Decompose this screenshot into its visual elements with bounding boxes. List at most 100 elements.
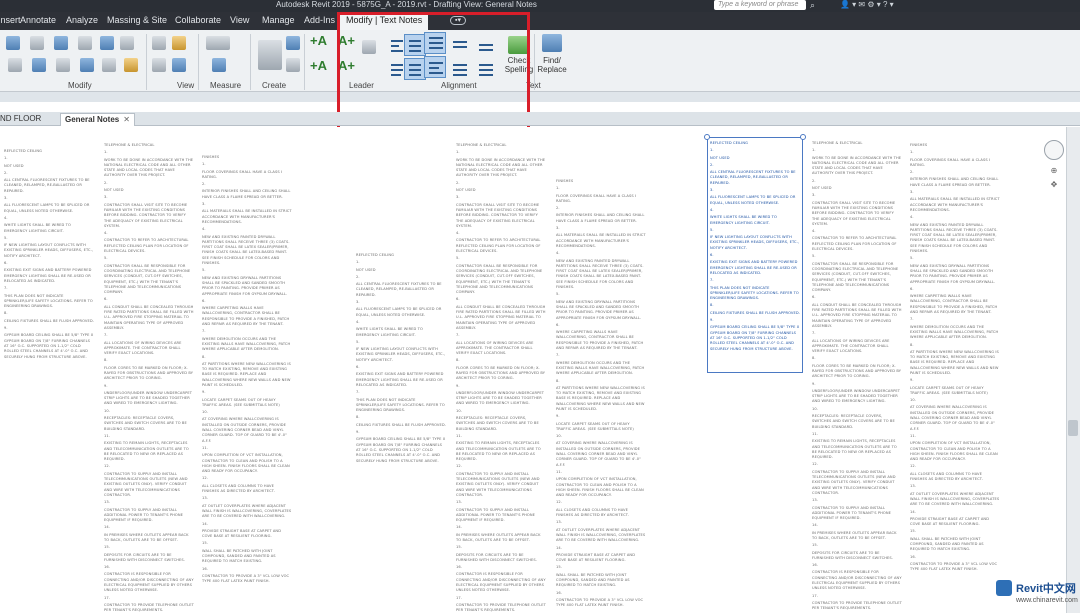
note-column[interactable]: TELEPHONE & ELECTRICAL 1. WORK TO BE DONE … bbox=[812, 141, 902, 613]
note-column[interactable]: FINISHES 1. FLOOR COVERINGS SHALL HAVE A C… bbox=[556, 179, 646, 610]
offset-icon[interactable] bbox=[30, 36, 44, 50]
drawing-area[interactable]: REFLECTED CEILING 1. NOT USED 2. ALL CENTRAL… bbox=[0, 127, 1066, 613]
note-line: CONTRACTOR SHALL VISIT SITE TO BECOME FA… bbox=[456, 202, 540, 228]
note-line: WALL SHALL BE PATCHED WITH JOINT COMPOUN… bbox=[202, 548, 276, 564]
tab-collaborate[interactable]: Collaborate bbox=[175, 15, 221, 25]
note-column[interactable]: REFLECTED CEILING 1. NOT USED 2. ALL CENTRAL… bbox=[356, 253, 446, 466]
note-line: ALL LOCATIONS OF WIRING DEVICES ARE APPR… bbox=[456, 340, 534, 356]
note-line: RECEPTACLES: RECEPTACLE COVERS, SWITCHES… bbox=[456, 416, 539, 431]
panel-label-measure: Measure bbox=[210, 81, 242, 90]
note-line: CONTRACTOR IS RESPONSIBLE FOR CONNECTING… bbox=[104, 572, 194, 593]
note-line: CONTRACTOR SHALL BE RESPONSIBLE FOR COOR… bbox=[456, 263, 543, 295]
titlebar-icons[interactable]: 👤 ▾ ✉ ⚙ ▾ ? ▾ bbox=[840, 0, 894, 10]
find-replace-icon[interactable] bbox=[542, 34, 562, 52]
note-line: WORK TO BE DONE IN ACCORDANCE WITH THE N… bbox=[812, 155, 902, 176]
note-line: 2. bbox=[202, 182, 206, 187]
note-column[interactable]: TELEPHONE & ELECTRICAL 1. WORK TO BE DONE … bbox=[104, 143, 194, 613]
note-line: 3. bbox=[456, 195, 460, 200]
note-line: AT COVERING WHERE WALLCOVERING IS INSTAL… bbox=[556, 441, 641, 467]
ribbon-tab-bar: Insert Annotate Analyze Massing & Site C… bbox=[0, 12, 1080, 30]
dimension-icon[interactable] bbox=[212, 58, 226, 72]
note-line: ALL FLUORESCENT LAMPS TO BE SPLICED OR E… bbox=[356, 307, 442, 317]
note-line: 12. bbox=[104, 464, 111, 469]
note-line: TELEPHONE & ELECTRICAL bbox=[456, 143, 507, 147]
note-line: 15. bbox=[202, 541, 209, 546]
create-group-icon[interactable] bbox=[286, 36, 300, 50]
hide-in-view-icon[interactable] bbox=[172, 36, 186, 50]
create-similar-icon[interactable] bbox=[258, 40, 282, 70]
note-line: UNDERFLOOR/UNDER WINDOW UNDERCARPET STRI… bbox=[104, 390, 193, 406]
trim-icon[interactable] bbox=[120, 36, 134, 50]
vertical-scrollbar[interactable] bbox=[1066, 127, 1080, 613]
note-line: PROVIDE STRAIGHT BASE AT CARPET AND COVE… bbox=[910, 516, 990, 527]
mirror-draw-icon[interactable] bbox=[78, 36, 92, 50]
split-icon[interactable] bbox=[100, 36, 114, 50]
view-tab-floor[interactable]: ND FLOOR bbox=[0, 113, 45, 126]
note-column[interactable]: FINISHES 1. FLOOR COVERINGS SHALL HAVE A C… bbox=[910, 143, 1000, 574]
note-line: INTERIOR FINISHES SHALL AND CEILING SHAL… bbox=[910, 177, 999, 187]
move-icon[interactable] bbox=[8, 58, 22, 72]
note-column[interactable]: REFLECTED CEILING 1. NOT USED 2. ALL CENTRAL… bbox=[4, 149, 94, 362]
scale-icon[interactable] bbox=[102, 58, 116, 72]
find-replace-button[interactable]: Find/ Replace bbox=[536, 56, 568, 74]
note-line: 5. bbox=[356, 339, 360, 344]
array-icon[interactable] bbox=[80, 58, 94, 72]
tab-insert[interactable]: Insert bbox=[0, 15, 21, 25]
note-line: 17. bbox=[456, 595, 463, 600]
note-line: CONTRACTOR TO SUPPLY AND INSTALL TELECOM… bbox=[812, 469, 896, 495]
note-line: 8. bbox=[910, 342, 914, 347]
panel-divider bbox=[250, 34, 251, 90]
note-line: 11. bbox=[202, 445, 209, 450]
tab-massing-site[interactable]: Massing & Site bbox=[107, 15, 167, 25]
note-line: AT OUTLET COVERPLATES WHERE ADJACENT WAL… bbox=[556, 527, 646, 543]
note-line: WORK TO BE DONE IN ACCORDANCE WITH THE N… bbox=[456, 157, 546, 178]
note-line: 9. bbox=[456, 383, 460, 388]
text-note-selection-box[interactable] bbox=[707, 137, 803, 373]
add-left-arc-leader-icon[interactable]: +A bbox=[310, 58, 327, 73]
binoculars-icon[interactable]: ⌕ bbox=[810, 0, 815, 10]
note-line: 14. bbox=[812, 523, 819, 528]
note-line: 5. bbox=[104, 256, 108, 261]
note-line: FLOOR CORES TO BE MARKED ON FLOOR; X-RAY… bbox=[104, 365, 193, 381]
note-line: 11. bbox=[104, 433, 111, 438]
note-line: DEPOSITS FOR CIRCUITS ARE TO BE FURNISHE… bbox=[456, 552, 537, 562]
scrollbar-thumb[interactable] bbox=[1068, 420, 1078, 436]
copy-icon[interactable] bbox=[32, 58, 46, 72]
navigation-wheel-icon[interactable] bbox=[1044, 140, 1064, 160]
measure-icon[interactable] bbox=[206, 36, 230, 50]
note-line: 9. bbox=[4, 326, 8, 331]
temporary-hide-icon[interactable] bbox=[152, 58, 166, 72]
pan-icon[interactable]: ✥ bbox=[1048, 180, 1060, 190]
pin-icon[interactable] bbox=[124, 58, 138, 72]
tab-annotate[interactable]: Annotate bbox=[20, 15, 56, 25]
note-line: ALL LOCATIONS OF WIRING DEVICES ARE APPR… bbox=[104, 340, 182, 356]
note-line: REFLECTED CEILING bbox=[356, 253, 395, 257]
selection-handle[interactable] bbox=[800, 134, 806, 140]
zoom-icon[interactable]: ⊕ bbox=[1048, 166, 1060, 176]
note-line: 9. bbox=[556, 414, 560, 419]
create-assembly-icon[interactable] bbox=[286, 58, 300, 72]
view-tab-general-notes[interactable]: General Notes ✕ bbox=[60, 113, 135, 126]
tab-view[interactable]: View bbox=[230, 15, 249, 25]
search-input[interactable]: Type a keyword or phrase bbox=[714, 0, 806, 10]
mirror-axis-icon[interactable] bbox=[54, 36, 68, 50]
close-icon[interactable]: ✕ bbox=[123, 115, 130, 124]
note-line: FLOOR COVERINGS SHALL HAVE A CLASS I RAT… bbox=[556, 193, 637, 203]
override-graphics-icon[interactable] bbox=[152, 36, 166, 50]
tab-analyze[interactable]: Analyze bbox=[66, 15, 98, 25]
note-line: NOT USED bbox=[356, 267, 376, 272]
note-line: 3. bbox=[910, 190, 914, 195]
align-icon[interactable] bbox=[6, 36, 20, 50]
ribbon-panel-label-bar bbox=[0, 92, 1080, 102]
linework-icon[interactable] bbox=[172, 58, 186, 72]
note-column[interactable]: TELEPHONE & ELECTRICAL 1. WORK TO BE DONE … bbox=[456, 143, 546, 613]
tab-add-ins[interactable]: Add-Ins bbox=[304, 15, 335, 25]
tab-manage[interactable]: Manage bbox=[262, 15, 295, 25]
rotate-icon[interactable] bbox=[56, 58, 70, 72]
note-line: CONTRACTOR TO PROVIDE A 3" VCL LOW VOC T… bbox=[910, 561, 998, 572]
note-line: 3. bbox=[104, 195, 108, 200]
note-line: 7. bbox=[202, 329, 206, 334]
selection-handle[interactable] bbox=[704, 134, 710, 140]
add-left-leader-icon[interactable]: +A bbox=[310, 33, 327, 48]
note-column[interactable]: FINISHES 1. FLOOR COVERINGS SHALL HAVE A C… bbox=[202, 155, 292, 586]
